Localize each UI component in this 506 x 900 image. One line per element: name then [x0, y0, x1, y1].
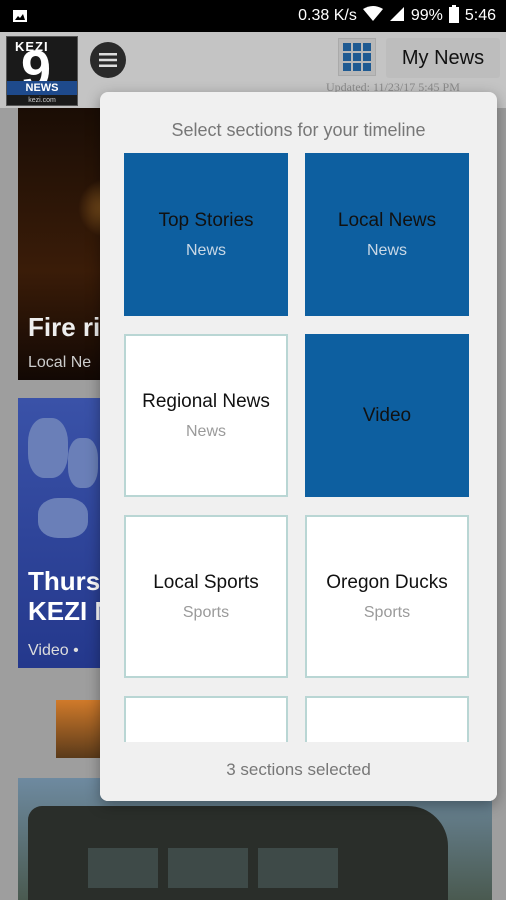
feed-thumbnail[interactable]	[56, 700, 100, 758]
feed-card[interactable]: Thurs KEZI N Video •	[18, 398, 110, 668]
network-speed: 0.38 K/s	[298, 7, 357, 24]
section-tile[interactable]: Regional News News	[124, 334, 288, 497]
feed-card-title: Thurs KEZI N	[28, 566, 110, 626]
feed-card-title: Fire ri	[28, 312, 101, 342]
section-category: Sports	[363, 603, 411, 621]
section-tile[interactable]: Top Stories News	[124, 153, 288, 316]
feed-card-tag: Video •	[28, 642, 79, 659]
signal-icon	[389, 6, 405, 27]
section-name: Local Sports	[153, 571, 259, 593]
feed-card[interactable]: Fire ri Local Ne	[18, 108, 110, 380]
battery-icon	[448, 4, 459, 28]
status-bar: 0.38 K/s 99% 5:46	[0, 0, 506, 32]
image-notification-icon	[12, 8, 28, 29]
section-name: Oregon Ducks	[326, 571, 448, 593]
dialog-title: Select sections for your timeline	[171, 120, 426, 140]
clock: 5:46	[464, 7, 496, 24]
grid-view-button[interactable]	[338, 38, 376, 76]
section-name: Video	[362, 404, 412, 426]
section-tile[interactable]	[124, 696, 288, 743]
section-name: Local News	[337, 209, 437, 231]
section-grid[interactable]: Top Stories News Local News News Regiona…	[124, 153, 476, 743]
section-category: News	[185, 241, 226, 259]
feed-card-tag: Local Ne	[28, 354, 92, 371]
section-category: News	[366, 241, 407, 259]
section-name: Regional News	[142, 390, 270, 412]
section-tile[interactable]: Video	[305, 334, 469, 497]
my-news-button[interactable]: My News	[386, 38, 500, 78]
section-tile[interactable]: Local Sports Sports	[124, 515, 288, 678]
section-picker-dialog: Select sections for your timeline Top St…	[100, 92, 497, 801]
menu-button[interactable]	[90, 42, 126, 78]
section-tile[interactable]: Oregon Ducks Sports	[305, 515, 469, 678]
section-category: News	[185, 422, 226, 440]
dialog-footer: 3 sections selected	[100, 742, 497, 801]
grid-icon	[343, 43, 371, 71]
section-tile[interactable]: Local News News	[305, 153, 469, 316]
battery-percent: 99%	[410, 7, 443, 24]
hamburger-icon	[99, 53, 117, 67]
section-name: Top Stories	[158, 209, 254, 231]
section-category: Sports	[182, 603, 230, 621]
kezi-logo[interactable]: KEZI 9 NEWS kezi.com	[6, 36, 78, 106]
selection-count: 3 sections selected	[226, 760, 371, 779]
section-tile[interactable]	[305, 696, 469, 743]
wifi-icon	[362, 5, 383, 27]
